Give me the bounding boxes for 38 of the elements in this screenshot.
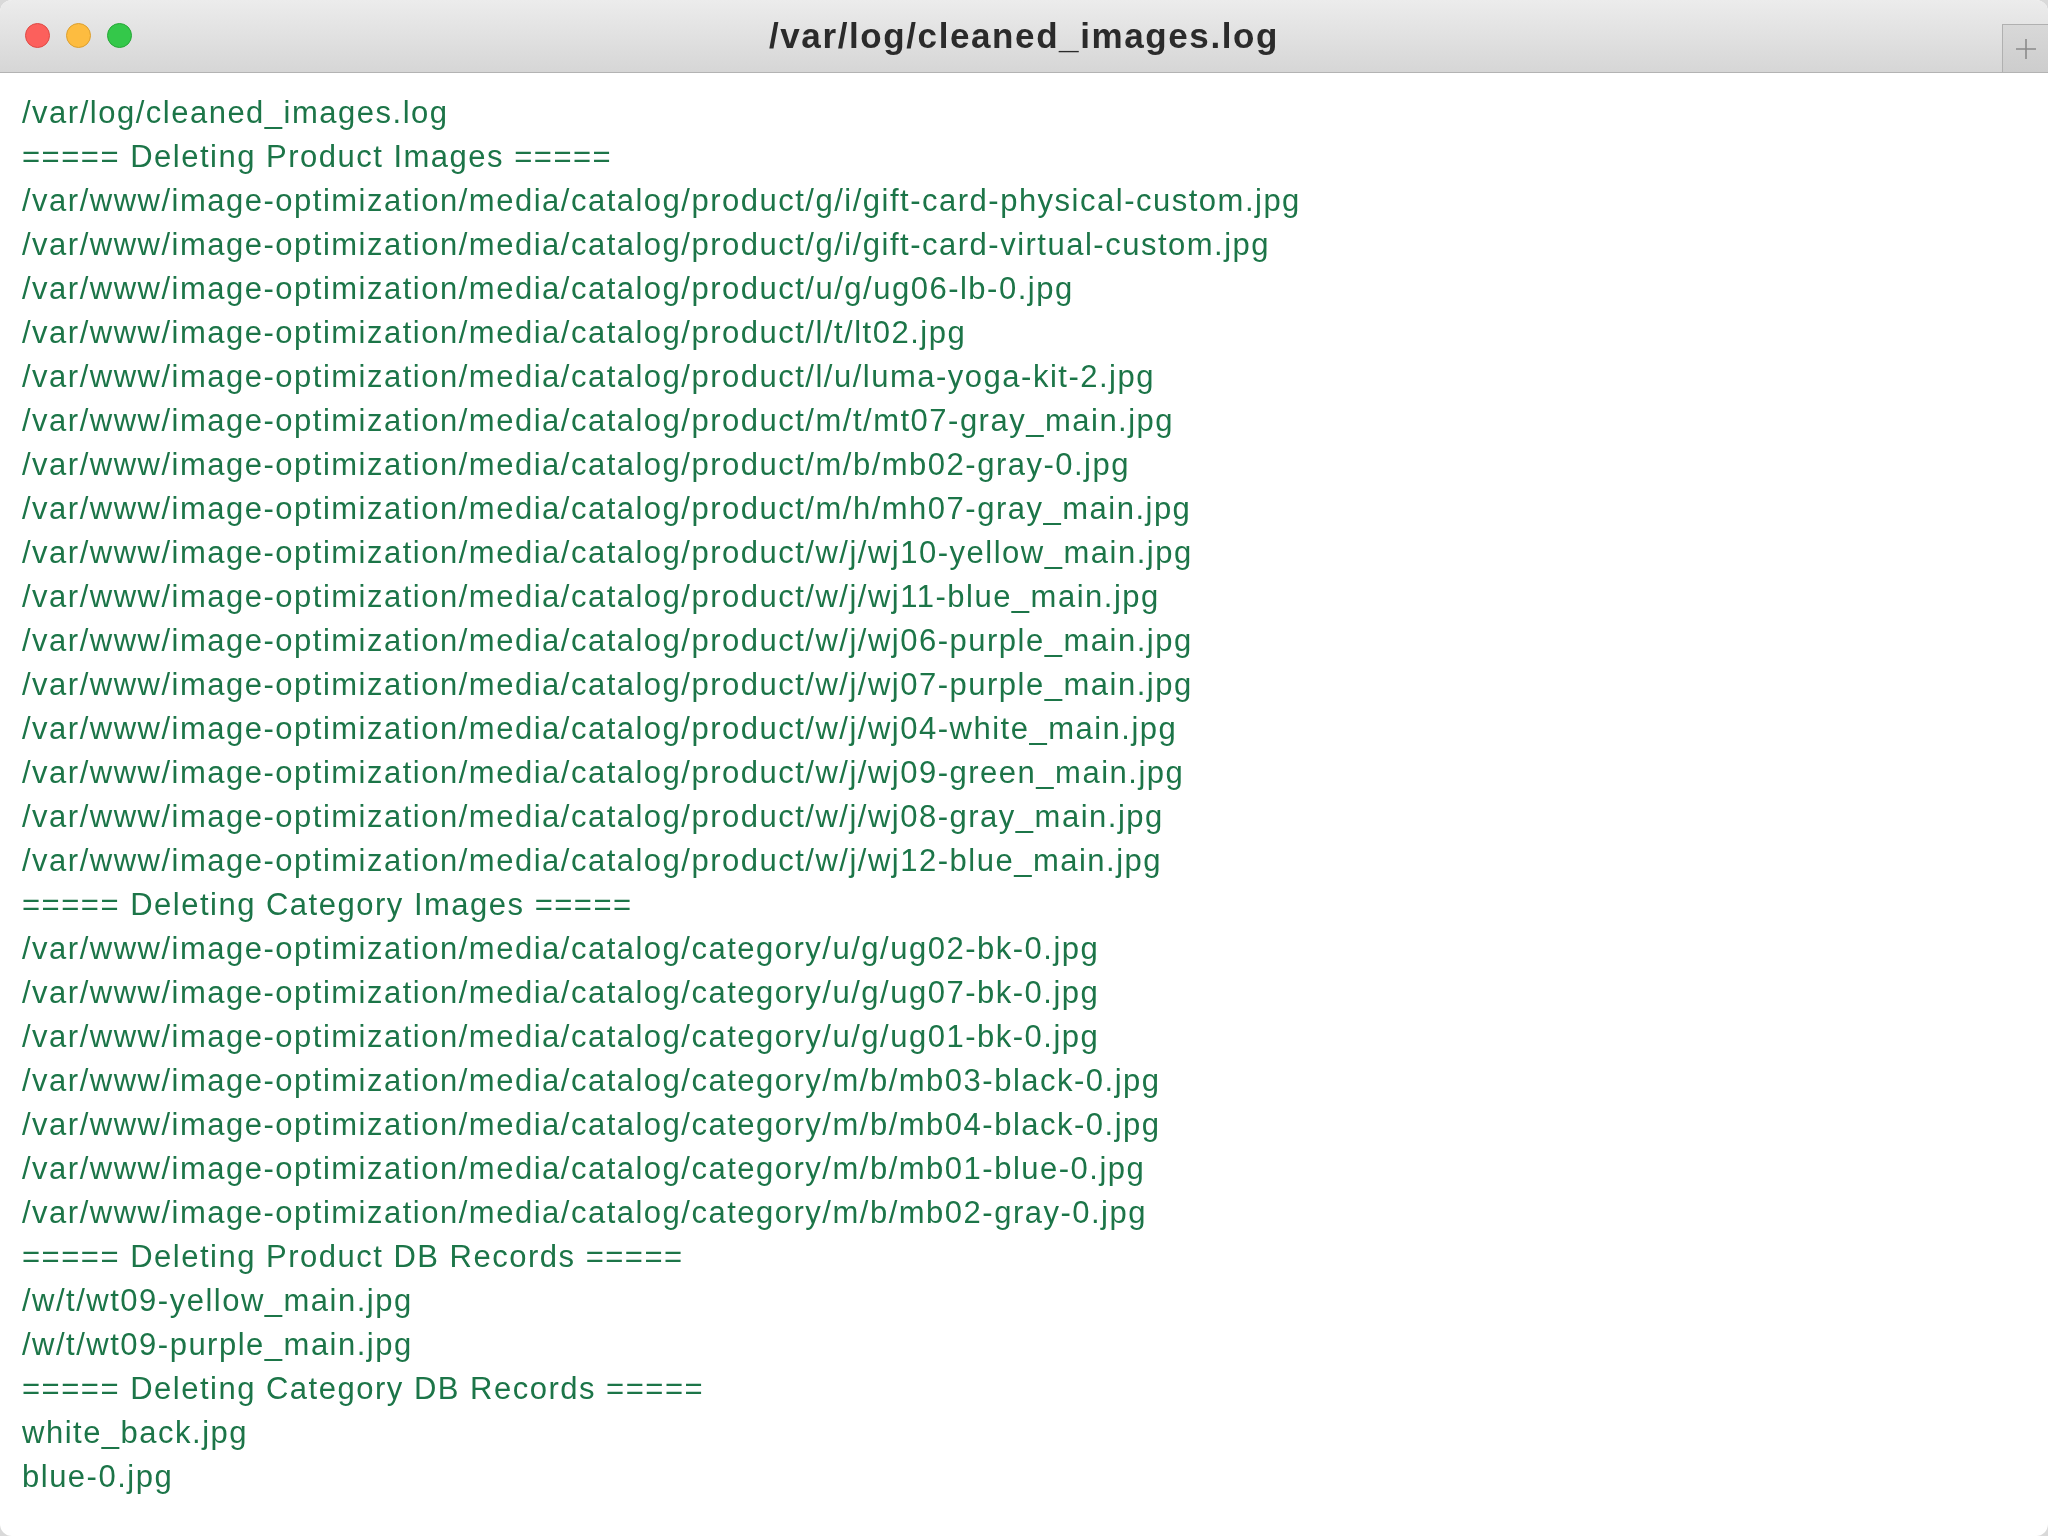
log-line: ===== Deleting Product DB Records ===== — [22, 1238, 685, 1276]
close-button[interactable] — [25, 23, 50, 48]
maximize-button[interactable] — [107, 23, 132, 48]
log-line: /var/www/image-optimization/media/catalog/category/m/b/mb02-gray-0.jpg — [22, 1194, 1148, 1232]
new-tab-button[interactable] — [2002, 24, 2048, 72]
log-line: /var/www/image-optimization/media/catalog/category/u/g/ug01-bk-0.jpg — [22, 1018, 1101, 1056]
minimize-button[interactable] — [66, 23, 91, 48]
log-line: /w/t/wt09-purple_main.jpg — [22, 1326, 414, 1364]
plus-icon — [2015, 38, 2036, 59]
log-line: /var/www/image-optimization/media/catalog/product/w/j/wj06-purple_main.jpg — [22, 622, 1194, 660]
log-line: /var/www/image-optimization/media/catalog/category/m/b/mb04-black-0.jpg — [22, 1106, 1162, 1144]
log-line: /var/www/image-optimization/media/catalog/product/w/j/wj09-green_main.jpg — [22, 754, 1186, 792]
window-title: /var/log/cleaned_images.log — [768, 16, 1279, 56]
log-line: /var/www/image-optimization/media/catalog/product/w/j/wj07-purple_main.jpg — [22, 666, 1194, 704]
log-line: /w/t/wt09-yellow_main.jpg — [22, 1282, 414, 1320]
log-line: /var/www/image-optimization/media/catalog/category/m/b/mb03-black-0.jpg — [22, 1062, 1162, 1100]
log-line: ===== Deleting Category DB Records ===== — [22, 1370, 706, 1408]
log-line: blue-0.jpg — [22, 1458, 175, 1496]
log-line: /var/log/cleaned_images.log — [22, 94, 450, 132]
log-line: /var/www/image-optimization/media/catalog/product/g/i/gift-card-physical-custom.jpg — [22, 182, 1302, 220]
log-line: ===== Deleting Category Images ===== — [22, 886, 634, 924]
log-line: /var/www/image-optimization/media/catalog/product/w/j/wj08-gray_main.jpg — [22, 798, 1165, 836]
log-line: /var/www/image-optimization/media/catalog/product/m/t/mt07-gray_main.jpg — [22, 402, 1176, 440]
log-line: /var/www/image-optimization/media/catalog/category/u/g/ug07-bk-0.jpg — [22, 974, 1101, 1012]
log-line: /var/www/image-optimization/media/catalog/product/l/u/luma-yoga-kit-2.jpg — [22, 358, 1156, 396]
log-line: /var/www/image-optimization/media/catalog/product/u/g/ug06-lb-0.jpg — [22, 270, 1075, 308]
log-line: /var/www/image-optimization/media/catalog/category/m/b/mb01-blue-0.jpg — [22, 1150, 1147, 1188]
log-line: /var/www/image-optimization/media/catalog/product/w/j/wj04-white_main.jpg — [22, 710, 1179, 748]
log-line: /var/www/image-optimization/media/catalog/product/w/j/wj10-yellow_main.jpg — [22, 534, 1194, 572]
log-line: white_back.jpg — [22, 1414, 250, 1452]
log-line: ===== Deleting Product Images ===== — [22, 138, 614, 176]
log-line: /var/www/image-optimization/media/catalog/product/m/h/mh07-gray_main.jpg — [22, 490, 1193, 528]
log-line: /var/www/image-optimization/media/catalog/product/m/b/mb02-gray-0.jpg — [22, 446, 1131, 484]
log-line: /var/www/image-optimization/media/catalog/product/w/j/wj12-blue_main.jpg — [22, 842, 1164, 880]
log-line: /var/www/image-optimization/media/catalog/product/g/i/gift-card-virtual-custom.jpg — [22, 226, 1272, 264]
log-line: /var/www/image-optimization/media/catalog/category/u/g/ug02-bk-0.jpg — [22, 930, 1101, 968]
log-line: /var/www/image-optimization/media/catalog/product/l/t/lt02.jpg — [22, 314, 968, 352]
log-line: /var/www/image-optimization/media/catalog/product/w/j/wj11-blue_main.jpg — [22, 578, 1161, 616]
